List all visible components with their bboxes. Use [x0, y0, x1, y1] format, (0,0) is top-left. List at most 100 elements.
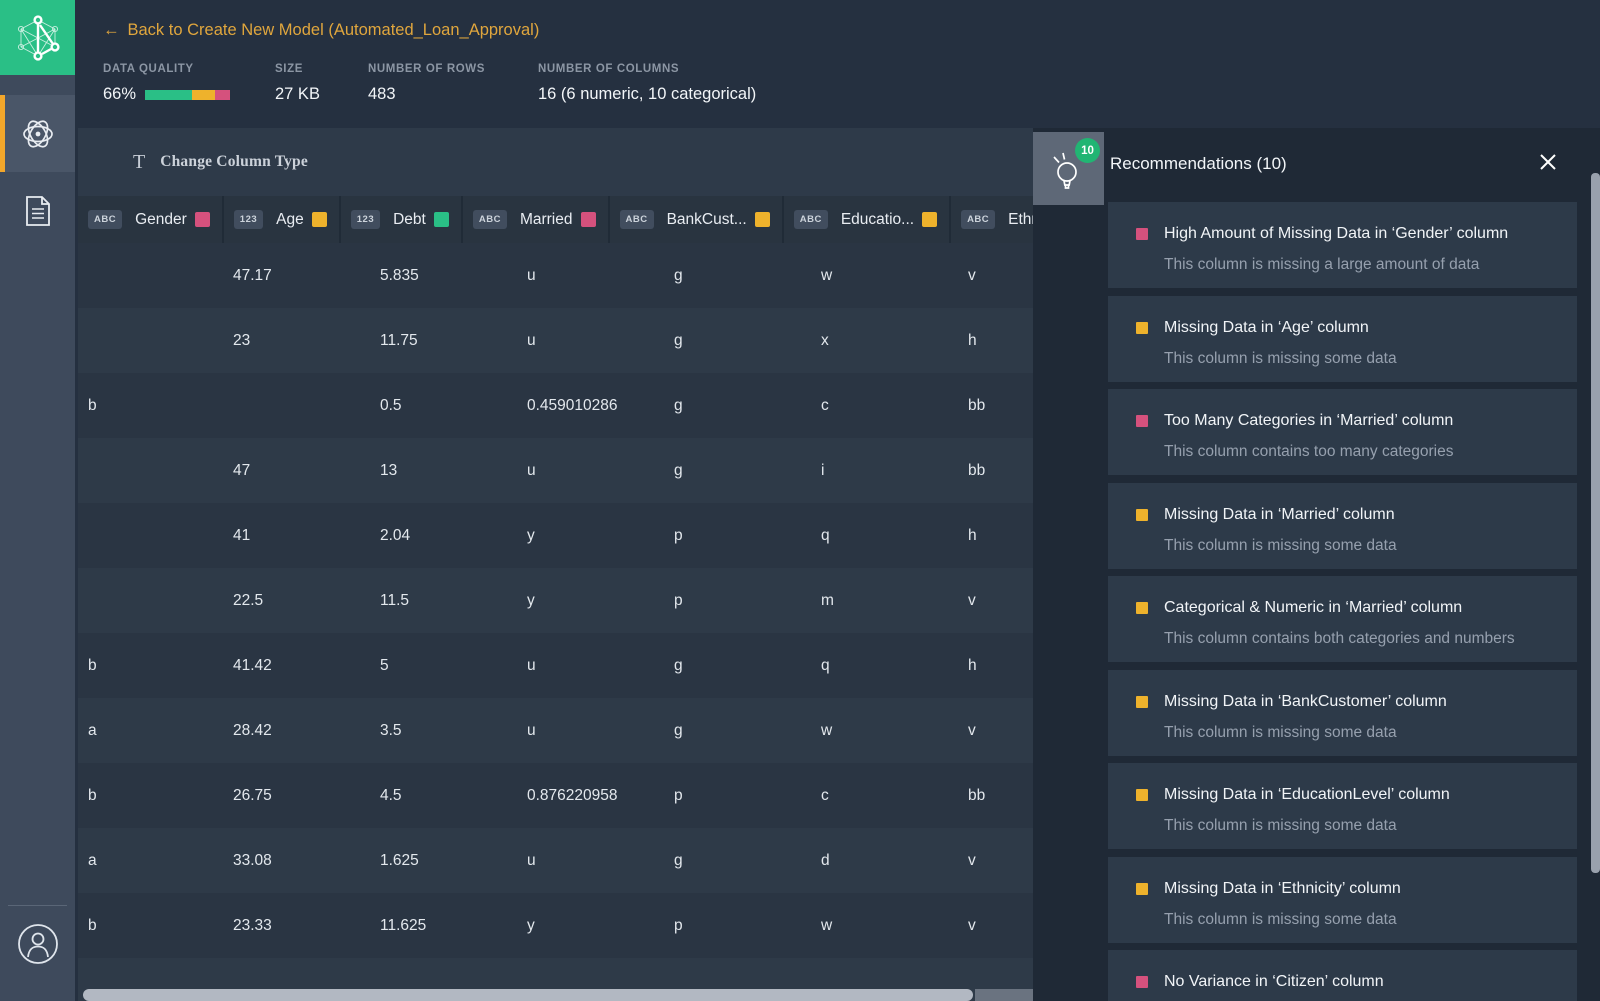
recommendation-card[interactable]: Missing Data in ‘BankCustomer’ column Th… [1108, 670, 1577, 756]
vertical-scrollbar-thumb[interactable] [1591, 173, 1600, 873]
cell-educationlevel: w [811, 722, 958, 740]
cell-debt: 2.04 [370, 527, 517, 545]
severity-square-icon [1136, 415, 1148, 427]
recommendation-card[interactable]: Missing Data in ‘Ethnicity’ column This … [1108, 857, 1577, 943]
stat-label: DATA QUALITY [103, 63, 275, 75]
horizontal-scrollbar-track[interactable] [975, 989, 1033, 1001]
data-quality-percent: 66% [103, 85, 136, 104]
cell-bankcustomer: g [664, 657, 811, 675]
user-menu-button[interactable] [0, 916, 75, 972]
column-header[interactable]: 123 Age [224, 196, 341, 243]
column-header[interactable]: ABC Gender [78, 196, 224, 243]
data-quality-bar [145, 90, 230, 100]
active-indicator [0, 95, 5, 172]
recommendation-title: No Variance in ‘Citizen’ column [1164, 973, 1384, 991]
recommendations-panel: Recommendations (10) High Amount of Miss… [1033, 128, 1600, 1001]
cell-married: u [517, 722, 664, 740]
cell-gender: b [78, 917, 223, 935]
column-header[interactable]: 123 Debt [341, 196, 463, 243]
cell-debt: 11.625 [370, 917, 517, 935]
network-logo-icon [12, 12, 64, 64]
cell-gender: a [78, 852, 223, 870]
recommendation-card[interactable]: Missing Data in ‘Age’ column This column… [1108, 296, 1577, 382]
sidebar-item-data[interactable] [0, 95, 75, 172]
cell-debt: 3.5 [370, 722, 517, 740]
cell-ethnicity: v [958, 267, 1033, 285]
sidebar-item-documents[interactable] [0, 172, 75, 249]
recommendation-card[interactable]: Too Many Categories in ‘Married’ column … [1108, 389, 1577, 475]
recommendations-tab[interactable]: 10 [1033, 132, 1104, 205]
recommendation-card[interactable]: High Amount of Missing Data in ‘Gender’ … [1108, 202, 1577, 288]
cell-age: 41 [223, 527, 370, 545]
cell-debt: 5 [370, 657, 517, 675]
app-window: { "sidebar": { "logo_icon": "network-log… [0, 0, 1600, 1001]
table-row: b 23.33 11.625 y p w v [78, 893, 1033, 958]
cell-debt: 13 [370, 462, 517, 480]
cell-married: y [517, 527, 664, 545]
change-column-type-label: Change Column Type [160, 153, 308, 171]
cell-debt: 5.835 [370, 267, 517, 285]
stat-size: SIZE 27 KB [275, 63, 368, 104]
close-icon[interactable] [1539, 153, 1557, 171]
cell-married: u [517, 852, 664, 870]
recommendation-description: This column is missing some data [1164, 537, 1557, 555]
column-status-flag [195, 212, 210, 227]
cell-married: u [517, 332, 664, 350]
column-status-flag [922, 212, 937, 227]
table-row: a 33.08 1.625 u g d v [78, 828, 1033, 893]
cell-bankcustomer: g [664, 852, 811, 870]
recommendations-list: High Amount of Missing Data in ‘Gender’ … [1108, 202, 1577, 1001]
column-header[interactable]: ABC Educatio... [784, 196, 951, 243]
recommendation-title: Categorical & Numeric in ‘Married’ colum… [1164, 599, 1462, 617]
cell-educationlevel: w [811, 917, 958, 935]
recommendation-title: Missing Data in ‘EducationLevel’ column [1164, 786, 1450, 804]
app-logo[interactable] [0, 0, 75, 75]
cell-age: 47 [223, 462, 370, 480]
change-column-type-icon: T [133, 151, 145, 174]
cell-bankcustomer: p [664, 527, 811, 545]
cell-educationlevel: c [811, 397, 958, 415]
quality-bar-segment [145, 90, 192, 100]
column-type-badge: ABC [961, 210, 995, 229]
stat-label: NUMBER OF ROWS [368, 63, 538, 75]
cell-gender: b [78, 397, 223, 415]
column-status-flag [434, 212, 449, 227]
quality-bar-segment [215, 90, 230, 100]
table-row: b 41.42 5 u g q h [78, 633, 1033, 698]
table-row: b 0.5 0.459010286 g c bb [78, 373, 1033, 438]
recommendation-card[interactable]: No Variance in ‘Citizen’ column [1108, 950, 1577, 1001]
data-table-panel: T Change Column Type ABC Gender 123 Age … [78, 128, 1033, 1001]
recommendation-description: This column contains too many categories [1164, 443, 1557, 461]
dataset-stats: DATA QUALITY 66% SIZE 27 KB NUMBER OF R [103, 63, 756, 104]
cell-debt: 4.5 [370, 787, 517, 805]
column-header[interactable]: ABC Married [463, 196, 610, 243]
back-link[interactable]: ← Back to Create New Model (Automated_Lo… [103, 21, 539, 40]
recommendation-card[interactable]: Categorical & Numeric in ‘Married’ colum… [1108, 576, 1577, 662]
cell-ethnicity: bb [958, 462, 1033, 480]
column-header[interactable]: ABC BankCust... [610, 196, 784, 243]
cell-educationlevel: d [811, 852, 958, 870]
severity-square-icon [1136, 789, 1148, 801]
cell-married: y [517, 592, 664, 610]
sidebar-divider [8, 905, 67, 906]
cell-age: 47.17 [223, 267, 370, 285]
column-header[interactable]: ABC Ethn [951, 196, 1033, 243]
cell-ethnicity: h [958, 657, 1033, 675]
cell-educationlevel: c [811, 787, 958, 805]
cell-married: u [517, 267, 664, 285]
recommendation-card[interactable]: Missing Data in ‘Married’ column This co… [1108, 483, 1577, 569]
cell-ethnicity: v [958, 917, 1033, 935]
cell-gender: b [78, 787, 223, 805]
cell-gender: a [78, 722, 223, 740]
back-link-label: Back to Create New Model (Automated_Loan… [128, 21, 540, 40]
horizontal-scrollbar-thumb[interactable] [83, 989, 973, 1001]
column-type-badge: ABC [88, 210, 122, 229]
table-toolbar: T Change Column Type [78, 128, 1033, 196]
column-type-badge: ABC [794, 210, 828, 229]
table-body: 47.17 5.835 u g w v 23 11.75 u g x h b 0 [78, 243, 1033, 1001]
cell-ethnicity: bb [958, 787, 1033, 805]
recommendation-card[interactable]: Missing Data in ‘EducationLevel’ column … [1108, 763, 1577, 849]
change-column-type-button[interactable]: T Change Column Type [133, 151, 308, 174]
severity-square-icon [1136, 976, 1148, 988]
cell-age: 22.5 [223, 592, 370, 610]
